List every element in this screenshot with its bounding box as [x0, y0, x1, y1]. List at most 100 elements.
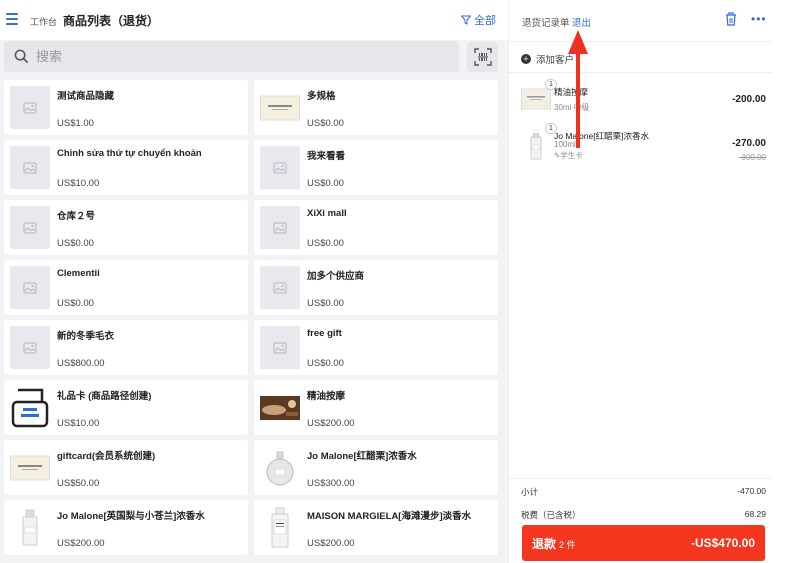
breadcrumb[interactable]: 工作台	[30, 15, 57, 28]
perfume-bottle-thumbnail	[530, 133, 542, 160]
line-item-price: -200.00	[732, 94, 766, 105]
product-card[interactable]: 新的冬季毛衣 US$800.00	[4, 320, 248, 375]
product-panel: 工作台 商品列表（退货） 全部 测试商品隐藏US$1.00多规格US$0.00C…	[0, 0, 508, 563]
refund-count: 2 件	[559, 539, 576, 550]
top-bar: 工作台 商品列表（退货） 全部	[0, 0, 508, 40]
divider	[509, 72, 771, 73]
refund-total: -US$470.00	[690, 536, 755, 550]
perfume-bottle-thumbnail	[10, 506, 50, 549]
product-price: US$0.00	[307, 358, 344, 369]
jo-malone-box-thumbnail	[521, 88, 551, 110]
product-price: US$0.00	[307, 178, 344, 189]
product-name: 仓库２号	[57, 211, 96, 222]
product-price: US$0.00	[57, 238, 94, 249]
exit-button[interactable]: 退出	[572, 15, 591, 29]
product-name: Jo Malone[英国梨与小苍兰]浓香水	[57, 511, 205, 522]
tax-label: 税费（已含税）	[521, 510, 581, 520]
product-name: free gift	[307, 328, 342, 339]
search-input[interactable]	[36, 49, 416, 64]
gift-card-icon-thumbnail	[10, 386, 50, 429]
product-name: 多规格	[307, 91, 336, 102]
massage-photo-thumbnail	[260, 386, 300, 429]
product-price: US$200.00	[307, 538, 355, 549]
product-card[interactable]: Jo Malone[红醋栗]浓香水 US$300.00	[254, 440, 498, 495]
barcode-scan-icon	[473, 48, 492, 66]
jo-malone-box-thumbnail	[260, 86, 300, 129]
page-title: 商品列表（退货）	[63, 14, 160, 28]
trash-icon[interactable]	[725, 12, 737, 26]
product-price: US$0.00	[57, 298, 94, 309]
product-name: Chỉnh sửa thứ tự chuyển khoản	[57, 148, 202, 159]
image-placeholder-icon	[10, 206, 50, 249]
filter-button[interactable]: 全部	[461, 12, 496, 28]
product-price: US$200.00	[57, 538, 105, 549]
image-placeholder-icon	[10, 266, 50, 309]
return-panel: 退货记录单 退出 ••• + 添加客户 1 精油按摩 30mi 中级 -200.0…	[508, 0, 771, 563]
return-header: 退货记录单 退出 •••	[509, 0, 771, 42]
membership-tag: ✎学生卡	[554, 151, 583, 160]
product-name: 我来看看	[307, 151, 346, 162]
product-name: 礼品卡 (商品路径创建)	[57, 391, 152, 402]
product-name: MAISON MARGIELA[海滩漫步]淡香水	[307, 511, 472, 522]
product-card[interactable]: free gift US$0.00	[254, 320, 498, 375]
image-placeholder-icon	[260, 326, 300, 369]
product-price: US$200.00	[307, 418, 355, 429]
product-card[interactable]: 我来看看 US$0.00	[254, 140, 498, 195]
product-card[interactable]: 多规格 US$0.00	[254, 80, 498, 135]
product-card[interactable]: MAISON MARGIELA[海滩漫步]淡香水 US$200.00	[254, 500, 498, 555]
filter-label: 全部	[474, 15, 496, 27]
subtotal-row: 小计 -470.00	[521, 486, 766, 498]
filter-icon	[461, 15, 471, 25]
refund-button[interactable]: 退款 2 件 -US$470.00	[522, 525, 765, 561]
menu-icon[interactable]	[6, 13, 18, 25]
product-name: 测试商品隐藏	[57, 91, 115, 102]
product-name: XiXi mall	[307, 208, 347, 219]
product-price: US$800.00	[57, 358, 105, 369]
more-options-icon[interactable]: •••	[751, 12, 767, 26]
return-line-item[interactable]: 1 Jo Malone[红醋栗]浓香水 100ml ✎学生卡 -270.00 -…	[521, 123, 766, 176]
annotation-arrow-icon	[568, 30, 588, 148]
image-placeholder-icon	[10, 326, 50, 369]
return-record-title: 退货记录单	[522, 18, 570, 29]
tax-value: 68.29	[744, 509, 766, 519]
line-item-price: -270.00	[732, 138, 766, 149]
product-price: US$300.00	[307, 478, 355, 489]
perfume-round-thumbnail	[260, 446, 300, 489]
image-placeholder-icon	[260, 146, 300, 189]
product-price: US$0.00	[307, 118, 344, 129]
refund-label-group: 退款 2 件	[532, 535, 576, 552]
subtotal-value: -470.00	[737, 486, 766, 496]
product-name: 新的冬季毛衣	[57, 331, 115, 342]
product-price: US$0.00	[307, 298, 344, 309]
refund-label: 退款	[532, 536, 557, 551]
image-placeholder-icon	[260, 266, 300, 309]
product-card[interactable]: 加多个供应商 US$0.00	[254, 260, 498, 315]
jo-malone-box-thumbnail	[10, 446, 50, 489]
image-placeholder-icon	[10, 146, 50, 189]
product-card[interactable]: 精油按摩 US$200.00	[254, 380, 498, 435]
image-placeholder-icon	[260, 206, 300, 249]
line-item-original-price: -300.00	[738, 153, 766, 162]
add-icon: +	[521, 54, 531, 64]
product-card[interactable]: Clementii US$0.00	[4, 260, 248, 315]
app-root: 工作台 商品列表（退货） 全部 测试商品隐藏US$1.00多规格US$0.00C…	[0, 0, 799, 563]
product-card[interactable]: 测试商品隐藏 US$1.00	[4, 80, 248, 135]
product-card[interactable]: Chỉnh sửa thứ tự chuyển khoản US$10.00	[4, 140, 248, 195]
product-name: 精油按摩	[307, 391, 346, 402]
product-price: US$1.00	[57, 118, 94, 129]
product-price: US$0.00	[307, 238, 344, 249]
membership-tag-label: 学生卡	[560, 151, 583, 160]
product-card[interactable]: 仓库２号 US$0.00	[4, 200, 248, 255]
perfume-tall-thumbnail	[260, 506, 300, 549]
divider	[509, 478, 771, 479]
subtotal-label: 小计	[521, 487, 539, 497]
scan-button[interactable]	[467, 42, 498, 72]
product-card[interactable]: XiXi mall US$0.00	[254, 200, 498, 255]
product-card[interactable]: Jo Malone[英国梨与小苍兰]浓香水 US$200.00	[4, 500, 248, 555]
return-line-item[interactable]: 1 精油按摩 30mi 中级 -200.00	[521, 79, 766, 132]
product-name: 加多个供应商	[307, 271, 365, 282]
tax-row: 税费（已含税） 68.29	[521, 509, 766, 521]
product-card[interactable]: giftcard(会员系统创建) US$50.00	[4, 440, 248, 495]
search-box[interactable]	[4, 41, 459, 72]
product-card[interactable]: 礼品卡 (商品路径创建) US$10.00	[4, 380, 248, 435]
